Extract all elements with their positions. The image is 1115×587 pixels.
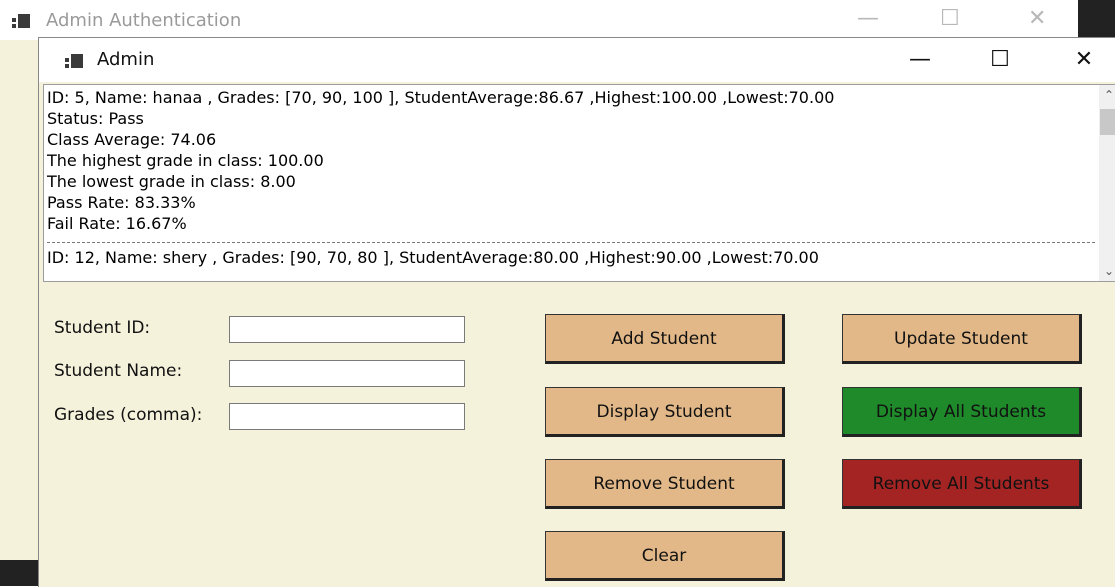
close-button[interactable]: ✕ [1061,42,1107,78]
remove-student-button[interactable]: Remove Student [545,459,785,509]
output-line: The lowest grade in class: 8.00 [47,172,296,191]
background-minimize-button[interactable]: — [857,6,879,31]
output-separator [47,242,1095,243]
student-id-input[interactable] [229,316,465,343]
output-line: ID: 12, Name: shery , Grades: [90, 70, 8… [47,248,819,267]
output-scrollbar[interactable]: ⌃ ⌄ [1099,85,1115,281]
output-line: Status: Pass [47,109,144,128]
grades-label: Grades (comma): [54,405,203,425]
maximize-button[interactable]: ☐ [977,42,1023,78]
scroll-down-arrow-icon[interactable]: ⌄ [1099,261,1115,281]
output-textbox[interactable]: ID: 5, Name: hanaa , Grades: [70, 90, 10… [43,84,1115,282]
minimize-button[interactable]: — [897,42,943,78]
student-name-input[interactable] [229,360,465,387]
update-student-button[interactable]: Update Student [842,314,1082,364]
student-id-label: Student ID: [54,318,151,338]
student-name-label: Student Name: [54,361,183,381]
output-line: Pass Rate: 83.33% [47,193,196,212]
background-close-button[interactable]: ✕ [1028,6,1046,31]
taskbar-edge [1078,0,1115,40]
output-line: Fail Rate: 16.67% [47,214,187,233]
background-window-title: Admin Authentication [46,10,242,31]
taskbar-corner [0,560,38,586]
scroll-up-arrow-icon[interactable]: ⌃ [1099,85,1115,105]
background-title-bar: Admin Authentication — ☐ ✕ [0,0,1115,40]
display-student-button[interactable]: Display Student [545,387,785,437]
admin-title-bar: Admin — ☐ ✕ [39,38,1115,82]
remove-all-students-button[interactable]: Remove All Students [842,459,1082,509]
background-window-body [0,40,39,586]
scroll-thumb[interactable] [1100,109,1115,135]
background-maximize-button[interactable]: ☐ [940,6,960,31]
admin-window: Admin — ☐ ✕ ID: 5, Name: hanaa , Grades:… [38,37,1115,587]
grades-input[interactable] [229,403,465,430]
output-line: The highest grade in class: 100.00 [47,151,324,170]
admin-window-title: Admin [97,49,155,70]
admin-app-icon [65,52,83,68]
display-all-students-button[interactable]: Display All Students [842,387,1082,437]
output-line: Class Average: 74.06 [47,130,217,149]
clear-button[interactable]: Clear [545,531,785,581]
add-student-button[interactable]: Add Student [545,314,785,364]
output-content: ID: 5, Name: hanaa , Grades: [70, 90, 10… [47,87,1095,268]
app-icon [12,12,30,28]
output-line: ID: 5, Name: hanaa , Grades: [70, 90, 10… [47,88,835,107]
